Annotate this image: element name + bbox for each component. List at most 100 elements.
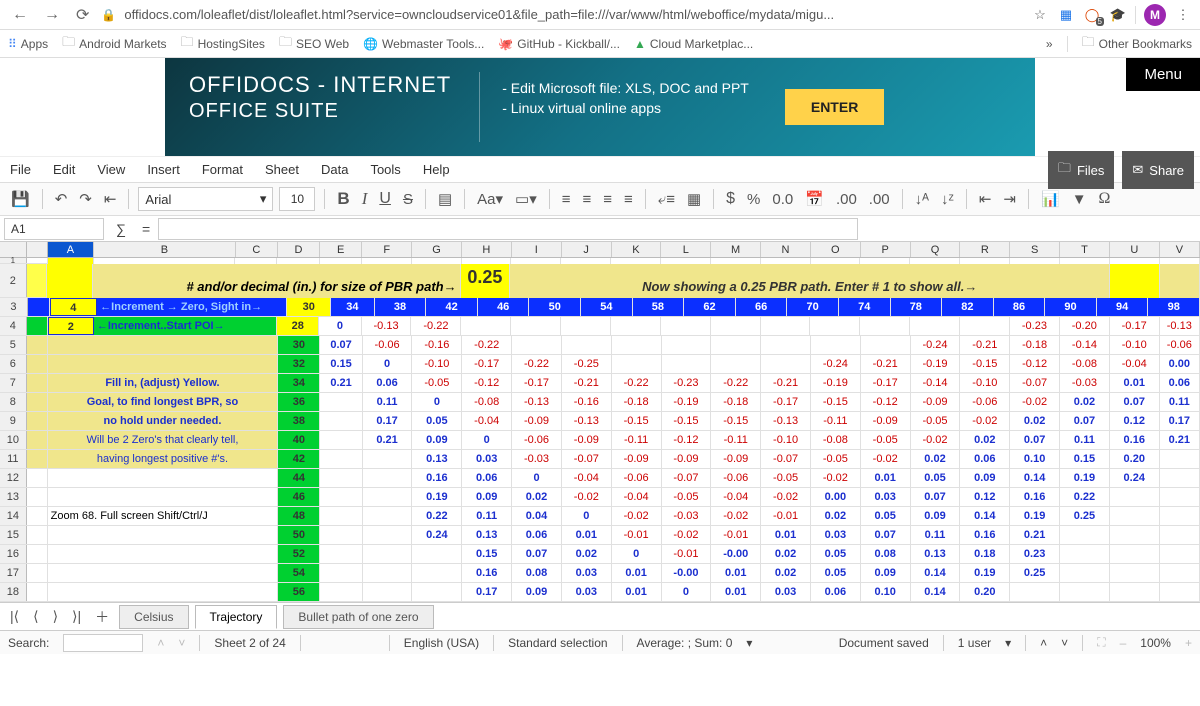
- menu-view[interactable]: View: [97, 162, 125, 177]
- search-input[interactable]: [63, 634, 143, 652]
- share-panel-button[interactable]: ✉Share: [1122, 151, 1194, 189]
- col-header-V[interactable]: V: [1160, 242, 1200, 257]
- zoom-out-icon[interactable]: –: [1120, 636, 1127, 650]
- menu-edit[interactable]: Edit: [53, 162, 75, 177]
- menu-format[interactable]: Format: [202, 162, 243, 177]
- scroll-up-icon[interactable]: ˄: [1040, 636, 1047, 650]
- tab-add-icon[interactable]: ＋: [91, 607, 113, 627]
- col-header-C[interactable]: C: [236, 242, 278, 257]
- char-highlight-icon[interactable]: Aa▾: [474, 190, 506, 208]
- date-icon[interactable]: 📅: [802, 190, 827, 208]
- bookmark-seo-web[interactable]: 🗀SEO Web: [279, 33, 349, 55]
- currency-icon[interactable]: $: [723, 190, 738, 208]
- menu-tools[interactable]: Tools: [370, 162, 400, 177]
- bookmark-apps[interactable]: ⠿Apps: [8, 37, 48, 51]
- align-center-icon[interactable]: ≡: [580, 191, 595, 208]
- fit-icon[interactable]: ⛶: [1097, 635, 1105, 650]
- star-icon[interactable]: ☆: [1031, 6, 1049, 24]
- chart-icon[interactable]: 📊: [1038, 190, 1063, 208]
- col-header-Q[interactable]: Q: [911, 242, 961, 257]
- profile-avatar[interactable]: M: [1144, 4, 1166, 26]
- bookmark-android-markets[interactable]: 🗀Android Markets: [62, 33, 166, 55]
- dec-dec-icon[interactable]: .00: [866, 191, 893, 208]
- ext-icon-opera[interactable]: ◯5: [1083, 6, 1101, 24]
- col-header-B[interactable]: B: [94, 242, 236, 257]
- col-header-S[interactable]: S: [1010, 242, 1060, 257]
- kebab-menu-icon[interactable]: ⋮: [1174, 6, 1192, 24]
- tab-next-icon[interactable]: ⟩: [49, 608, 62, 625]
- col-header-D[interactable]: D: [278, 242, 320, 257]
- align-left-icon[interactable]: ≡: [559, 191, 574, 208]
- dec-inc-icon[interactable]: .00: [833, 191, 860, 208]
- bookmarks-overflow[interactable]: »: [1046, 37, 1053, 51]
- select-all-corner[interactable]: [0, 242, 27, 257]
- col-header-H[interactable]: H: [462, 242, 512, 257]
- undo-icon[interactable]: ↶: [52, 190, 71, 208]
- indent-inc-icon[interactable]: ⇥: [1000, 190, 1019, 208]
- language-indicator[interactable]: English (USA): [404, 636, 479, 650]
- align-right-icon[interactable]: ≡: [600, 191, 615, 208]
- indent-dec-icon[interactable]: ⇤: [976, 190, 995, 208]
- font-color-icon[interactable]: ▤: [435, 190, 455, 208]
- col-header-J[interactable]: J: [562, 242, 612, 257]
- menu-insert[interactable]: Insert: [147, 162, 180, 177]
- redo-icon[interactable]: ↷: [76, 190, 95, 208]
- tab-trajectory[interactable]: Trajectory: [195, 605, 278, 629]
- col-header-R[interactable]: R: [960, 242, 1010, 257]
- bookmark-other[interactable]: 🗀Other Bookmarks: [1082, 33, 1192, 55]
- unindent-icon[interactable]: ⇤: [101, 190, 120, 208]
- url-text[interactable]: offidocs.com/loleaflet/dist/loleaflet.ht…: [124, 7, 1023, 22]
- wrap-icon[interactable]: ⤶≡: [655, 191, 678, 208]
- spreadsheet-grid[interactable]: ABCDEFGHIJKLMNOPQRSTUV 12# and/or decima…: [0, 242, 1200, 602]
- font-size-select[interactable]: 10: [279, 187, 315, 211]
- tab-prev-icon[interactable]: ⟨: [29, 608, 42, 625]
- zoom-in-icon[interactable]: +: [1185, 636, 1192, 650]
- zoom-level[interactable]: 100%: [1140, 636, 1171, 650]
- nav-reload-icon[interactable]: ⟳: [72, 5, 93, 25]
- italic-icon[interactable]: I: [359, 189, 371, 209]
- sort-asc-icon[interactable]: ↓ᴬ: [912, 191, 932, 208]
- nav-back-icon[interactable]: ←: [8, 6, 32, 24]
- col-header-M[interactable]: M: [711, 242, 761, 257]
- app-menu-button[interactable]: Menu: [1126, 58, 1200, 91]
- bold-icon[interactable]: B: [334, 189, 352, 209]
- ext-icon-grad[interactable]: 🎓: [1109, 6, 1127, 24]
- col-header-E[interactable]: E: [320, 242, 362, 257]
- col-header-U[interactable]: U: [1110, 242, 1160, 257]
- strike-icon[interactable]: S: [400, 191, 416, 208]
- number-icon[interactable]: 0.0: [769, 191, 796, 208]
- col-header-L[interactable]: L: [661, 242, 711, 257]
- font-family-select[interactable]: Arial▾: [138, 187, 273, 211]
- nav-forward-icon[interactable]: →: [40, 6, 64, 24]
- underline-icon[interactable]: U: [376, 190, 394, 208]
- ext-icon-grid[interactable]: ▦: [1057, 6, 1075, 24]
- tab-celsius[interactable]: Celsius: [119, 605, 188, 629]
- sigma-icon[interactable]: ∑: [108, 221, 134, 237]
- col-header-G[interactable]: G: [412, 242, 462, 257]
- bg-color-icon[interactable]: ▭▾: [512, 190, 540, 208]
- name-box[interactable]: A1: [4, 218, 104, 240]
- col-header-O[interactable]: O: [811, 242, 861, 257]
- formula-input[interactable]: [158, 218, 858, 240]
- users-count[interactable]: 1 user: [958, 636, 991, 650]
- bookmark-hostingsites[interactable]: 🗀HostingSites: [181, 33, 265, 55]
- align-justify-icon[interactable]: ≡: [621, 191, 636, 208]
- tab-first-icon[interactable]: |⟨: [6, 608, 23, 625]
- col-header-I[interactable]: I: [512, 242, 562, 257]
- percent-icon[interactable]: %: [744, 191, 763, 208]
- menu-help[interactable]: Help: [423, 162, 450, 177]
- menu-data[interactable]: Data: [321, 162, 348, 177]
- selection-mode[interactable]: Standard selection: [508, 636, 607, 650]
- col-header-T[interactable]: T: [1060, 242, 1110, 257]
- bookmark-github[interactable]: 🐙GitHub - Kickball/...: [498, 37, 620, 51]
- search-next-icon[interactable]: ˅: [178, 636, 185, 650]
- merge-icon[interactable]: ▦: [684, 190, 704, 208]
- scroll-down-icon[interactable]: ˅: [1061, 636, 1068, 650]
- tab-bullet-path[interactable]: Bullet path of one zero: [283, 605, 433, 629]
- sort-desc-icon[interactable]: ↓ᶻ: [938, 191, 957, 208]
- col-header-N[interactable]: N: [761, 242, 811, 257]
- users-dropdown-icon[interactable]: ▾: [1005, 636, 1011, 650]
- col-header-F[interactable]: F: [362, 242, 412, 257]
- stats-dropdown-icon[interactable]: ▾: [746, 636, 752, 650]
- autofilter-icon[interactable]: ▼: [1069, 191, 1090, 208]
